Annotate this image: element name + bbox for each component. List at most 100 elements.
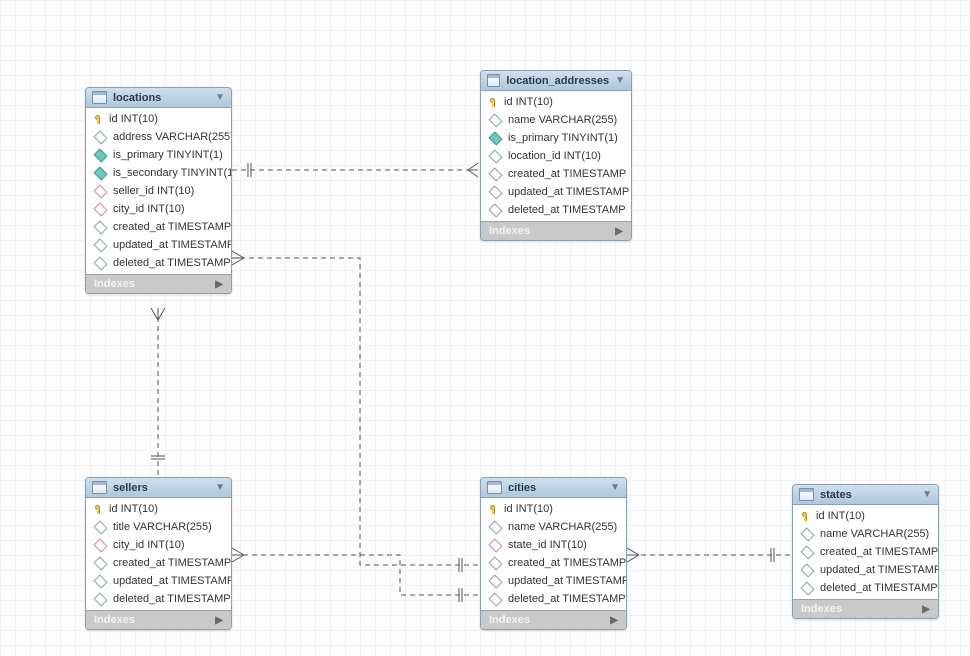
expand-icon[interactable]: ▶ bbox=[610, 615, 618, 626]
entity-sellers[interactable]: sellers ▼ id INT(10) title VARCHAR(255) … bbox=[85, 477, 232, 630]
column-row[interactable]: address VARCHAR(255) bbox=[86, 128, 231, 146]
er-diagram-canvas[interactable]: locations ▼ id INT(10) address VARCHAR(2… bbox=[0, 0, 970, 656]
column-label: name VARCHAR(255) bbox=[508, 521, 617, 533]
col-icon bbox=[488, 167, 502, 181]
column-row[interactable]: seller_id INT(10) bbox=[86, 182, 231, 200]
column-label: seller_id INT(10) bbox=[113, 185, 194, 197]
col-icon bbox=[800, 527, 814, 541]
column-row[interactable]: location_id INT(10) bbox=[481, 147, 631, 165]
column-label: updated_at TIMESTAMP bbox=[113, 239, 232, 251]
collapse-icon[interactable]: ▼ bbox=[215, 92, 225, 103]
col-icon bbox=[488, 149, 502, 163]
entity-title: location_addresses bbox=[506, 75, 609, 87]
column-label: state_id INT(10) bbox=[508, 539, 587, 551]
col-icon bbox=[800, 545, 814, 559]
column-label: updated_at TIMESTAMP bbox=[508, 575, 627, 587]
column-row[interactable]: city_id INT(10) bbox=[86, 536, 231, 554]
column-label: created_at TIMESTAMP bbox=[113, 557, 231, 569]
expand-icon[interactable]: ▶ bbox=[615, 226, 623, 237]
col-icon bbox=[488, 131, 502, 145]
entity-header[interactable]: locations ▼ bbox=[86, 88, 231, 108]
column-label: city_id INT(10) bbox=[113, 539, 185, 551]
indexes-section[interactable]: Indexes ▶ bbox=[481, 610, 626, 629]
column-list: id INT(10) name VARCHAR(255) state_id IN… bbox=[481, 498, 626, 610]
column-row[interactable]: created_at TIMESTAMP bbox=[481, 165, 631, 183]
expand-icon[interactable]: ▶ bbox=[215, 279, 223, 290]
column-row[interactable]: updated_at TIMESTAMP bbox=[86, 572, 231, 590]
entity-header[interactable]: cities ▼ bbox=[481, 478, 626, 498]
column-row[interactable]: id INT(10) bbox=[793, 507, 938, 525]
column-row[interactable]: name VARCHAR(255) bbox=[481, 111, 631, 129]
col-icon bbox=[93, 148, 107, 162]
column-row[interactable]: deleted_at TIMESTAMP bbox=[86, 254, 231, 272]
fk-icon bbox=[93, 538, 107, 552]
table-icon bbox=[487, 74, 500, 87]
collapse-icon[interactable]: ▼ bbox=[615, 75, 625, 86]
entity-title: sellers bbox=[113, 482, 148, 494]
collapse-icon[interactable]: ▼ bbox=[922, 489, 932, 500]
column-row[interactable]: created_at TIMESTAMP bbox=[481, 554, 626, 572]
entity-states[interactable]: states ▼ id INT(10) name VARCHAR(255) cr… bbox=[792, 484, 939, 619]
col-icon bbox=[93, 592, 107, 606]
column-row[interactable]: id INT(10) bbox=[86, 110, 231, 128]
column-row[interactable]: updated_at TIMESTAMP bbox=[86, 236, 231, 254]
column-row[interactable]: deleted_at TIMESTAMP bbox=[793, 579, 938, 597]
entity-cities[interactable]: cities ▼ id INT(10) name VARCHAR(255) st… bbox=[480, 477, 627, 630]
col-icon bbox=[488, 520, 502, 534]
column-row[interactable]: updated_at TIMESTAMP bbox=[793, 561, 938, 579]
column-row[interactable]: deleted_at TIMESTAMP bbox=[481, 201, 631, 219]
col-icon bbox=[488, 556, 502, 570]
col-icon bbox=[93, 238, 107, 252]
table-icon bbox=[92, 481, 107, 494]
column-row[interactable]: deleted_at TIMESTAMP bbox=[481, 590, 626, 608]
column-row[interactable]: name VARCHAR(255) bbox=[481, 518, 626, 536]
column-row[interactable]: id INT(10) bbox=[481, 500, 626, 518]
col-icon bbox=[93, 130, 107, 144]
column-row[interactable]: created_at TIMESTAMP bbox=[86, 218, 231, 236]
column-row[interactable]: city_id INT(10) bbox=[86, 200, 231, 218]
entity-header[interactable]: states ▼ bbox=[793, 485, 938, 505]
column-label: address VARCHAR(255) bbox=[113, 131, 232, 143]
expand-icon[interactable]: ▶ bbox=[922, 604, 930, 615]
entity-header[interactable]: location_addresses ▼ bbox=[481, 71, 631, 91]
column-row[interactable]: title VARCHAR(255) bbox=[86, 518, 231, 536]
indexes-label: Indexes bbox=[489, 614, 530, 626]
column-row[interactable]: deleted_at TIMESTAMP bbox=[86, 590, 231, 608]
col-icon bbox=[93, 256, 107, 270]
column-row[interactable]: updated_at TIMESTAMP bbox=[481, 183, 631, 201]
column-row[interactable]: id INT(10) bbox=[481, 93, 631, 111]
indexes-section[interactable]: Indexes ▶ bbox=[86, 610, 231, 629]
indexes-section[interactable]: Indexes ▶ bbox=[86, 274, 231, 293]
column-row[interactable]: created_at TIMESTAMP bbox=[793, 543, 938, 561]
collapse-icon[interactable]: ▼ bbox=[215, 482, 225, 493]
col-icon bbox=[93, 166, 107, 180]
pk-icon bbox=[801, 512, 810, 521]
col-icon bbox=[93, 220, 107, 234]
pk-icon bbox=[489, 98, 498, 107]
indexes-section[interactable]: Indexes ▶ bbox=[793, 599, 938, 618]
fk-icon bbox=[93, 202, 107, 216]
entity-location-addresses[interactable]: location_addresses ▼ id INT(10) name VAR… bbox=[480, 70, 632, 241]
expand-icon[interactable]: ▶ bbox=[215, 615, 223, 626]
entity-locations[interactable]: locations ▼ id INT(10) address VARCHAR(2… bbox=[85, 87, 232, 294]
column-label: id INT(10) bbox=[504, 96, 553, 108]
column-row[interactable]: state_id INT(10) bbox=[481, 536, 626, 554]
entity-header[interactable]: sellers ▼ bbox=[86, 478, 231, 498]
collapse-icon[interactable]: ▼ bbox=[610, 482, 620, 493]
column-row[interactable]: updated_at TIMESTAMP bbox=[481, 572, 626, 590]
column-row[interactable]: name VARCHAR(255) bbox=[793, 525, 938, 543]
column-row[interactable]: id INT(10) bbox=[86, 500, 231, 518]
column-row[interactable]: created_at TIMESTAMP bbox=[86, 554, 231, 572]
column-row[interactable]: is_primary TINYINT(1) bbox=[86, 146, 231, 164]
column-row[interactable]: is_secondary TINYINT(1) bbox=[86, 164, 231, 182]
column-label: city_id INT(10) bbox=[113, 203, 185, 215]
indexes-section[interactable]: Indexes ▶ bbox=[481, 221, 631, 240]
column-row[interactable]: is_primary TINYINT(1) bbox=[481, 129, 631, 147]
col-icon bbox=[488, 113, 502, 127]
column-label: deleted_at TIMESTAMP bbox=[113, 257, 231, 269]
column-label: deleted_at TIMESTAMP bbox=[508, 204, 626, 216]
col-icon bbox=[93, 574, 107, 588]
indexes-label: Indexes bbox=[94, 614, 135, 626]
col-icon bbox=[93, 520, 107, 534]
column-label: deleted_at TIMESTAMP bbox=[508, 593, 626, 605]
